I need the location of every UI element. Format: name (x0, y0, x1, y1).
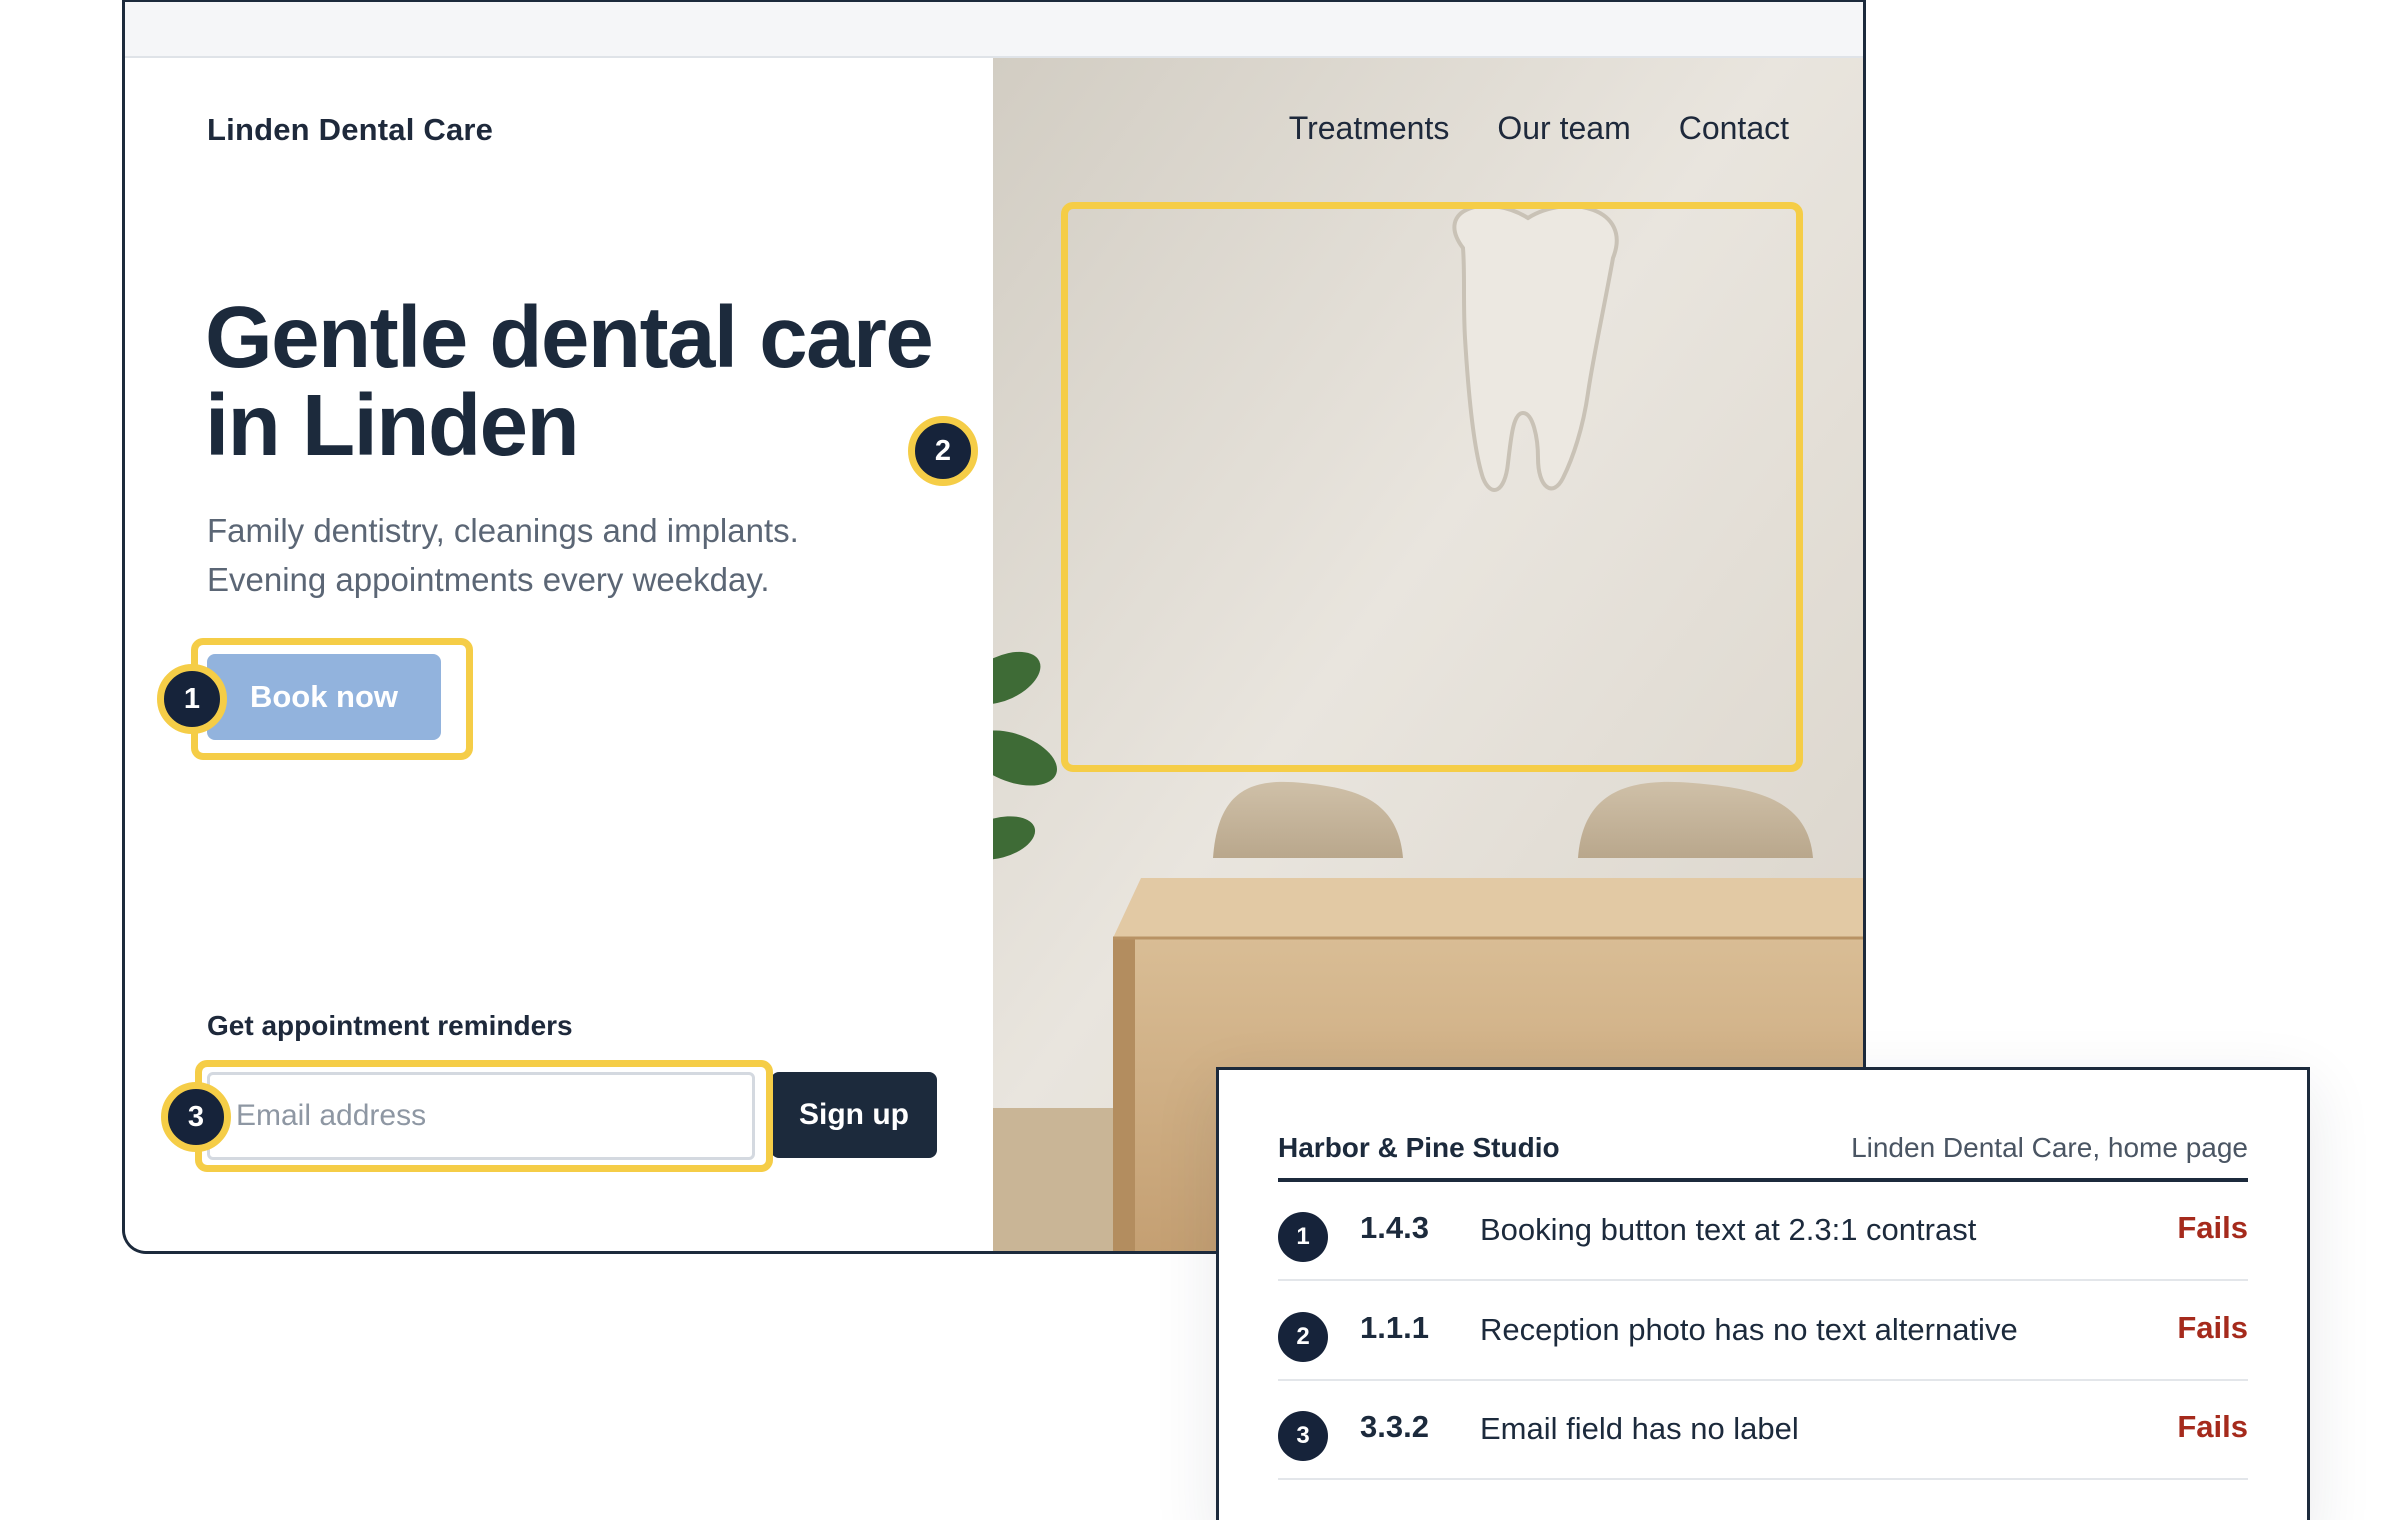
annotation-frame-3 (195, 1060, 773, 1172)
issue-number-badge: 3 (1278, 1411, 1328, 1461)
nav-treatments[interactable]: Treatments (1289, 110, 1450, 147)
site-logo[interactable]: Linden Dental Care (207, 112, 493, 148)
nav-contact[interactable]: Contact (1679, 110, 1789, 147)
wcag-criterion: 3.3.2 (1360, 1409, 1429, 1444)
issue-number-badge: 1 (1278, 1212, 1328, 1262)
issue-status: Fails (2177, 1210, 2248, 1245)
signup-button[interactable]: Sign up (771, 1072, 937, 1158)
nav-our-team[interactable]: Our team (1497, 110, 1630, 147)
annotation-badge-3: 3 (161, 1082, 231, 1152)
issue-description: Booking button text at 2.3:1 contrast (1480, 1212, 1977, 1247)
hero-title: Gentle dental care in Linden (205, 289, 934, 474)
annotation-badge-2: 2 (908, 416, 978, 486)
issue-row: 3 3.3.2 Email field has no label Fails (1278, 1381, 2248, 1480)
issue-status: Fails (2177, 1409, 2248, 1444)
issue-status: Fails (2177, 1310, 2248, 1345)
issue-row: 1 1.4.3 Booking button text at 2.3:1 con… (1278, 1182, 2248, 1281)
issue-row: 2 1.1.1 Reception photo has no text alte… (1278, 1282, 2248, 1381)
audited-page: Linden Dental Care, home page (1851, 1132, 2248, 1163)
audit-header: Harbor & Pine Studio Linden Dental Care,… (1278, 1124, 2248, 1182)
browser-toolbar (125, 2, 1863, 58)
wcag-criterion: 1.4.3 (1360, 1210, 1429, 1245)
annotation-frame-1 (191, 638, 473, 760)
annotation-badge-1: 1 (157, 664, 227, 734)
main-nav: Treatments Our team Contact (1289, 110, 1789, 147)
annotation-frame-2 (1061, 202, 1803, 772)
issue-number-badge: 2 (1278, 1312, 1328, 1362)
wcag-criterion: 1.1.1 (1360, 1310, 1429, 1345)
hero-left-pane: Linden Dental Care Gentle dental care in… (125, 58, 993, 1251)
audit-card: Harbor & Pine Studio Linden Dental Care,… (1216, 1067, 2310, 1520)
auditor-name: Harbor & Pine Studio (1278, 1132, 1560, 1163)
reminders-heading: Get appointment reminders (207, 1010, 573, 1041)
browser-window: Linden Dental Care Gentle dental care in… (122, 0, 1866, 1254)
issue-description: Email field has no label (1480, 1411, 1799, 1446)
hero-subtitle: Family dentistry, cleanings and implants… (207, 512, 799, 598)
issue-description: Reception photo has no text alternative (1480, 1312, 2018, 1347)
